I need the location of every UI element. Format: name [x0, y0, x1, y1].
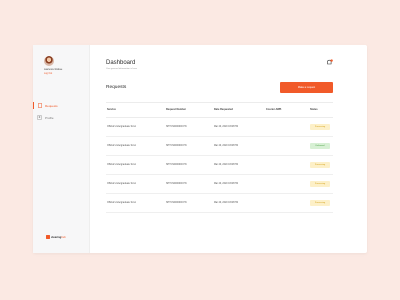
status-badge: Processing [310, 124, 330, 130]
service-cell: Official Undergraduate Scrut [107, 164, 136, 166]
request-number-cell: SHTCS0000000 PN [166, 202, 187, 204]
table-row[interactable]: Official Undergraduate Scrut SHTCS000000… [106, 156, 333, 175]
sidebar-item-requests[interactable]: Requests [33, 101, 89, 110]
make-request-button[interactable]: Make a request [280, 82, 333, 93]
column-header-status[interactable]: Status [310, 103, 318, 117]
status-badge: Processing [310, 162, 330, 168]
table-row[interactable]: Official Undergraduate Scrut SHTCS000000… [106, 175, 333, 194]
page-subtitle: Your general information is here [106, 68, 137, 70]
brand-logo[interactable]: clearinghub [46, 235, 66, 239]
service-cell: Official Undergraduate Scrut [107, 126, 136, 128]
date-cell: Mar 20, 2020 03:08 PM [214, 164, 239, 166]
sidebar-item-profile[interactable]: Profile [33, 113, 89, 122]
status-badge: Delivered [310, 143, 330, 149]
request-number-cell: SHTCS0000000 PN [166, 164, 187, 166]
app-window: Lawrence Ikrabee Log Out Requests Profil… [33, 45, 367, 253]
status-badge: Processing [310, 181, 330, 187]
notification-bell-icon[interactable] [326, 59, 333, 66]
date-cell: Mar 20, 2020 03:08 PM [214, 126, 239, 128]
date-cell: Mar 20, 2020 03:08 PM [214, 145, 239, 147]
section-title: Requests [106, 85, 127, 90]
sidebar-item-label: Profile [45, 115, 54, 120]
brand-name: clearinghub [51, 235, 66, 239]
table-header: Service Request Number Date Requested Co… [106, 102, 333, 118]
main-content: Dashboard Your general information is he… [89, 45, 367, 253]
service-cell: Official Undergraduate Scrut [107, 183, 136, 185]
page-title: Dashboard [106, 60, 136, 66]
column-header-request-number[interactable]: Request Number [166, 103, 186, 117]
date-cell: Mar 20, 2020 03:08 PM [214, 183, 239, 185]
logout-link[interactable]: Log Out [44, 73, 52, 75]
request-number-cell: SHTCS0000000 PN [166, 145, 187, 147]
sidebar-item-label: Requests [45, 103, 58, 108]
user-icon [37, 115, 42, 120]
column-header-date-requested[interactable]: Date Requested [214, 103, 233, 117]
service-cell: Official Undergraduate Scrut [107, 202, 136, 204]
column-header-service[interactable]: Service [107, 103, 116, 117]
requests-table: Service Request Number Date Requested Co… [106, 102, 333, 213]
column-header-courier-awb[interactable]: Courier AWB [266, 103, 281, 117]
table-row[interactable]: Official Undergraduate Scrut SHTCS000000… [106, 137, 333, 156]
request-number-cell: SHTCS0000000 PN [166, 126, 187, 128]
status-badge: Processing [310, 200, 330, 206]
user-name: Lawrence Ikrabee [44, 69, 63, 71]
sidebar: Lawrence Ikrabee Log Out Requests Profil… [33, 45, 90, 253]
service-cell: Official Undergraduate Scrut [107, 145, 136, 147]
table-row[interactable]: Official Undergraduate Scrut SHTCS000000… [106, 118, 333, 137]
table-row[interactable]: Official Undergraduate Scrut SHTCS000000… [106, 194, 333, 213]
avatar[interactable] [44, 56, 54, 66]
document-icon [37, 103, 42, 108]
request-number-cell: SHTCS0000000 PN [166, 183, 187, 185]
date-cell: Mar 20, 2020 03:08 PM [214, 202, 239, 204]
brand-logo-mark [46, 235, 50, 239]
